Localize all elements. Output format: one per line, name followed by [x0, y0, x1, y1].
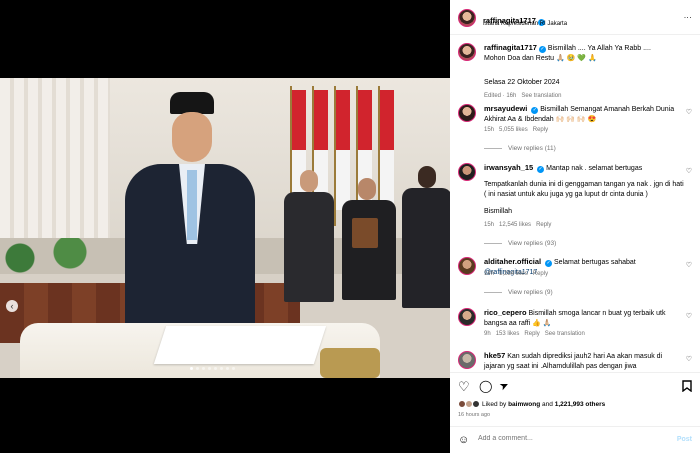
add-comment-input[interactable] [478, 435, 658, 442]
emoji-icon[interactable]: ☺ [458, 434, 469, 446]
caption-date: Selasa 22 Oktober 2024 [484, 79, 560, 86]
view-replies-button[interactable]: View replies (93) [484, 240, 556, 247]
comment-text: Mantap nak . selamat bertugas [546, 165, 643, 172]
likes-and: and [542, 401, 553, 408]
post-photo[interactable]: ‹ [0, 78, 450, 378]
comment-time: 14h [484, 271, 495, 277]
comment-likes[interactable]: 1,284 likes [499, 271, 528, 277]
photo-desk-ornament [320, 348, 380, 378]
likes-prefix: Liked by [482, 401, 507, 408]
comment-time: 15h [484, 127, 495, 133]
carousel-prev-icon[interactable]: ‹ [6, 300, 18, 312]
verified-icon: ✓ [531, 107, 539, 114]
carousel-dot [226, 367, 229, 370]
carousel-dot [190, 367, 193, 370]
comment-like-icon[interactable]: ♡ [686, 167, 692, 175]
comment-text-continued: Tempatkanlah dunia ini di genggaman tang… [484, 181, 684, 198]
flag [380, 90, 394, 210]
post-comment-button[interactable]: Post [677, 436, 692, 443]
comment-avatar[interactable] [458, 104, 476, 122]
add-comment-bar: ☺ Post [450, 426, 700, 453]
caption-avatar[interactable] [458, 43, 476, 61]
comment-like-icon[interactable]: ♡ [686, 312, 692, 320]
view-replies-button[interactable]: View replies (11) [484, 145, 556, 152]
comment-text: Selamat bertugas sahabat [554, 259, 636, 266]
caption-see-translation[interactable]: See translation [521, 93, 561, 99]
post-location[interactable]: Istana Kepresidenan RI Jakarta [483, 21, 567, 27]
comment-avatar[interactable] [458, 308, 476, 326]
post-header: raffinagita1717 ✓ Istana Kepresidenan RI … [450, 0, 700, 35]
reply-button[interactable]: Reply [536, 222, 551, 228]
carousel-dot [196, 367, 199, 370]
comment-like-icon[interactable]: ♡ [686, 261, 692, 269]
carousel-dots [190, 367, 235, 370]
comment-text-continued: Bismillah [484, 208, 513, 215]
comment-see-translation[interactable]: See translation [545, 331, 585, 337]
carousel-dot [214, 367, 217, 370]
main-person [110, 92, 255, 344]
comment-like-icon[interactable]: ♡ [686, 355, 692, 363]
verified-icon: ✓ [538, 46, 546, 53]
share-icon[interactable]: ➤ [498, 379, 512, 395]
photo-curtain [0, 78, 110, 248]
comment-avatar[interactable] [458, 351, 476, 369]
more-options-icon[interactable]: ... [684, 11, 692, 20]
view-replies-button[interactable]: View replies (9) [484, 289, 553, 296]
reply-button[interactable]: Reply [533, 271, 548, 277]
likes-count[interactable]: 1,221,993 others [555, 401, 606, 408]
carousel-dot [232, 367, 235, 370]
carousel-dot [208, 367, 211, 370]
bookmark-icon[interactable] [682, 380, 692, 394]
verified-icon: ✓ [537, 166, 545, 173]
comment-username[interactable]: rico_cepero [484, 308, 527, 317]
comments-list[interactable]: raffinagita1717 ✓ Bismillah .... Ya Allah… [450, 35, 700, 370]
liker-username[interactable]: baimwong [508, 401, 540, 408]
carousel-dot [220, 367, 223, 370]
caption-line2: Mohon Doa dan Restu 🙏🏼 🥹 💚 🙏 [484, 55, 597, 62]
comment-likes[interactable]: 153 likes [496, 331, 520, 337]
comment-like-icon[interactable]: ♡ [686, 108, 692, 116]
caption-edited: Edited · 16h [484, 93, 517, 99]
caption-line1: Bismillah .... Ya Allah Ya Rabb .... [547, 45, 651, 52]
comment-time: 15h [484, 222, 495, 228]
comment-avatar[interactable] [458, 163, 476, 181]
post-time[interactable]: 16 hours ago [458, 412, 490, 418]
comment-avatar[interactable] [458, 257, 476, 275]
comment-time: 9h [484, 331, 491, 337]
comment-text: Kan sudah diprediksi jauh2 hari Aa akan … [484, 353, 663, 370]
comment-username[interactable]: irwansyah_15 [484, 163, 533, 172]
post-media: ‹ [0, 0, 450, 453]
comment-icon[interactable]: ◯ [479, 380, 492, 393]
flag [336, 90, 350, 210]
verified-icon: ✓ [545, 260, 553, 267]
liker-avatar [471, 400, 480, 408]
author-avatar[interactable] [458, 9, 476, 27]
signing-document [153, 326, 327, 364]
reply-button[interactable]: Reply [524, 331, 539, 337]
post-panel: raffinagita1717 ✓ Istana Kepresidenan RI … [450, 0, 700, 453]
action-bar: ♡ ◯ ➤ [450, 372, 700, 400]
likes-summary: Liked by baimwong and 1,221,993 others [458, 400, 605, 408]
reply-button[interactable]: Reply [533, 127, 548, 133]
comment-likes[interactable]: 5,055 likes [499, 127, 528, 133]
comment-username[interactable]: hke57 [484, 351, 505, 360]
carousel-dot [202, 367, 205, 370]
comment-likes[interactable]: 12,545 likes [499, 222, 531, 228]
like-icon[interactable]: ♡ [458, 380, 470, 393]
comment-username[interactable]: alditaher.official [484, 257, 541, 266]
comment-username[interactable]: mrsayudewi [484, 104, 527, 113]
caption-username[interactable]: raffinagita1717 [484, 43, 537, 52]
